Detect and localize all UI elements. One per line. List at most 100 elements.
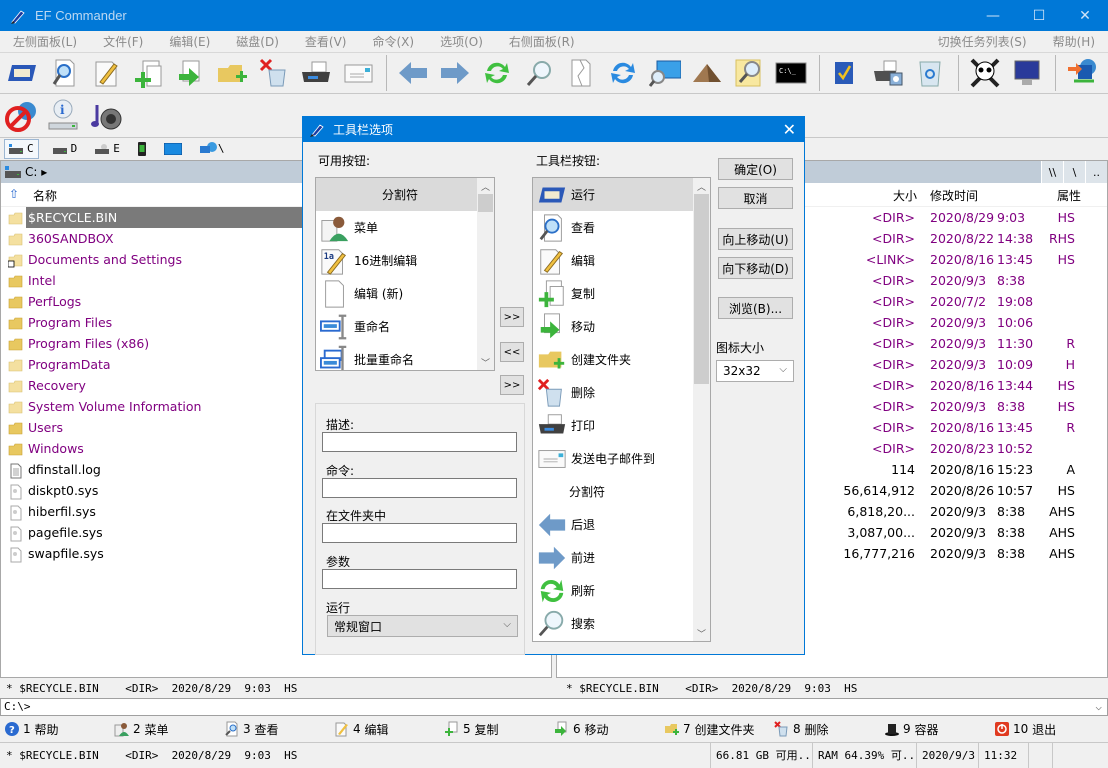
scroll-up-icon[interactable]: ︿ — [693, 178, 710, 194]
function-key-7-button[interactable]: 7 创建文件夹 — [660, 721, 770, 738]
drive-d-button[interactable]: D — [49, 139, 82, 159]
list-item[interactable]: 重命名 — [316, 310, 494, 343]
move-up-button[interactable]: 向上移动(U) — [718, 228, 793, 250]
list-item[interactable]: 批量重命名 — [316, 343, 494, 370]
list-item[interactable]: 分割符 — [316, 178, 494, 211]
folder-input[interactable] — [322, 523, 517, 543]
list-item[interactable]: 查看 — [533, 211, 710, 244]
function-key-1-button[interactable]: ? 1 帮助 — [0, 721, 110, 738]
toolbar-find-screen-button[interactable] — [647, 55, 683, 91]
function-key-3-button[interactable]: 3 查看 — [220, 721, 330, 738]
function-key-8-button[interactable]: 8 删除 — [770, 721, 880, 738]
scroll-thumb[interactable] — [694, 194, 709, 384]
menu-right-panel[interactable]: 右侧面板(R) — [496, 33, 588, 50]
column-attributes[interactable]: 属性 — [1057, 187, 1081, 204]
toolbar-view-button[interactable] — [46, 55, 82, 91]
list-item[interactable]: 打印 — [533, 409, 710, 442]
menu-help[interactable]: 帮助(H) — [1040, 33, 1108, 50]
move-down-button[interactable]: 向下移动(D) — [718, 257, 793, 279]
description-input[interactable] — [322, 432, 517, 452]
scroll-down-icon[interactable]: ﹀ — [477, 354, 494, 370]
parameters-input[interactable] — [322, 569, 517, 589]
root-button[interactable]: \ — [1063, 161, 1085, 183]
toolbar-folder-search-button[interactable] — [731, 55, 767, 91]
toolbar-search-button[interactable] — [521, 55, 557, 91]
browse-button[interactable]: 浏览(B)... — [718, 297, 793, 319]
toolbar-refresh-button[interactable] — [479, 55, 515, 91]
column-size[interactable]: 大小 — [893, 187, 917, 204]
list-item[interactable]: 移动 — [533, 310, 710, 343]
column-modified[interactable]: 修改时间 — [930, 187, 978, 204]
toolbar-print-button[interactable] — [298, 55, 334, 91]
function-key-9-button[interactable]: 9 容器 — [880, 721, 990, 738]
list-item[interactable]: 删除 — [533, 376, 710, 409]
toolbar-run-button[interactable] — [4, 55, 40, 91]
command-line-input[interactable]: C:\> ⌵ — [0, 698, 1108, 716]
list-item[interactable]: 前进 — [533, 541, 710, 574]
chevron-down-icon[interactable]: ⌵ — [1095, 699, 1102, 715]
menu-task-list[interactable]: 切换任务列表(S) — [925, 33, 1040, 50]
toolbar-split-button[interactable] — [563, 55, 599, 91]
menu-options[interactable]: 选项(O) — [427, 33, 496, 50]
list-item[interactable]: 后退 — [533, 508, 710, 541]
menu-left-panel[interactable]: 左侧面板(L) — [0, 33, 90, 50]
menu-file[interactable]: 文件(F) — [90, 33, 156, 50]
menu-command[interactable]: 命令(X) — [359, 33, 427, 50]
maximize-button[interactable]: ☐ — [1016, 0, 1062, 31]
toolbar-monitor-button[interactable] — [1009, 55, 1045, 91]
toolbar-edit-button[interactable] — [88, 55, 124, 91]
toolbar-email-button[interactable] — [340, 55, 376, 91]
drive-network-button[interactable]: \ — [196, 139, 229, 159]
toolbar-sync-button[interactable] — [605, 55, 641, 91]
add-separator-button[interactable]: >> — [500, 375, 524, 395]
toolbar-scanner-button[interactable] — [870, 55, 906, 91]
toolbar-new-folder-button[interactable] — [214, 55, 250, 91]
toolbar-disconnect-button[interactable] — [4, 98, 40, 134]
toolbar-delete-button[interactable] — [256, 55, 292, 91]
list-item[interactable]: 编辑 (新) — [316, 277, 494, 310]
list-item[interactable]: 刷新 — [533, 574, 710, 607]
sort-up-icon[interactable]: ⇧ — [9, 187, 19, 201]
scroll-up-icon[interactable]: ︿ — [477, 178, 494, 194]
toolbar-network-button[interactable] — [1064, 55, 1100, 91]
parent-dir-button[interactable]: .. — [1085, 161, 1107, 183]
list-item[interactable]: 发送电子邮件到 — [533, 442, 710, 475]
function-key-5-button[interactable]: 5 复制 — [440, 721, 550, 738]
cancel-button[interactable]: 取消 — [718, 187, 793, 209]
close-button[interactable]: ✕ — [1062, 0, 1108, 31]
toolbar-buttons-list[interactable]: 运行 查看 编辑 复制 移动 创建文件夹 删除 打印 发送电子邮件到 分割符 后退 前进 刷新 搜索 ︿ … — [532, 177, 711, 642]
available-list-scrollbar[interactable]: ︿ ﹀ — [477, 178, 494, 370]
toolbar-list-scrollbar[interactable]: ︿ ﹀ — [693, 178, 710, 641]
list-item[interactable]: 分割符 — [533, 475, 710, 508]
menu-view[interactable]: 查看(V) — [292, 33, 360, 50]
toolbar-console-button[interactable]: C:\_ — [773, 55, 809, 91]
remove-button[interactable]: << — [500, 342, 524, 362]
toolbar-checklist-button[interactable] — [828, 55, 864, 91]
function-key-4-button[interactable]: 4 编辑 — [330, 721, 440, 738]
list-item[interactable]: 复制 — [533, 277, 710, 310]
list-item[interactable]: 编辑 — [533, 244, 710, 277]
list-item[interactable]: 菜单 — [316, 211, 494, 244]
list-item[interactable]: 创建文件夹 — [533, 343, 710, 376]
drive-e-button[interactable]: E — [91, 139, 124, 159]
column-name[interactable]: 名称 — [33, 187, 57, 204]
toolbar-media-button[interactable] — [88, 98, 124, 134]
available-buttons-list[interactable]: 分割符 菜单 1a 16进制编辑 编辑 (新) 重命名 批量重命名 ︿ ﹀ — [315, 177, 495, 371]
ok-button[interactable]: 确定(O) — [718, 158, 793, 180]
function-key-6-button[interactable]: 6 移动 — [550, 721, 660, 738]
root-network-button[interactable]: \\ — [1041, 161, 1063, 183]
drive-desktop-button[interactable] — [160, 139, 186, 159]
list-item[interactable]: 1a 16进制编辑 — [316, 244, 494, 277]
run-mode-select[interactable]: 常规窗口 ⌵ — [327, 615, 518, 637]
add-button[interactable]: >> — [500, 307, 524, 327]
function-key-10-button[interactable]: 10 退出 — [990, 721, 1100, 738]
dialog-title-bar[interactable]: 工具栏选项 ✕ — [303, 117, 804, 142]
command-input[interactable] — [322, 478, 517, 498]
toolbar-pyramid-button[interactable] — [689, 55, 725, 91]
toolbar-forward-button[interactable] — [437, 55, 473, 91]
scroll-down-icon[interactable]: ﹀ — [693, 625, 710, 641]
toolbar-recycle-button[interactable] — [912, 55, 948, 91]
dialog-close-button[interactable]: ✕ — [783, 120, 796, 139]
drive-phone-button[interactable] — [134, 139, 150, 159]
icon-size-select[interactable]: 32x32 ⌵ — [716, 360, 794, 382]
